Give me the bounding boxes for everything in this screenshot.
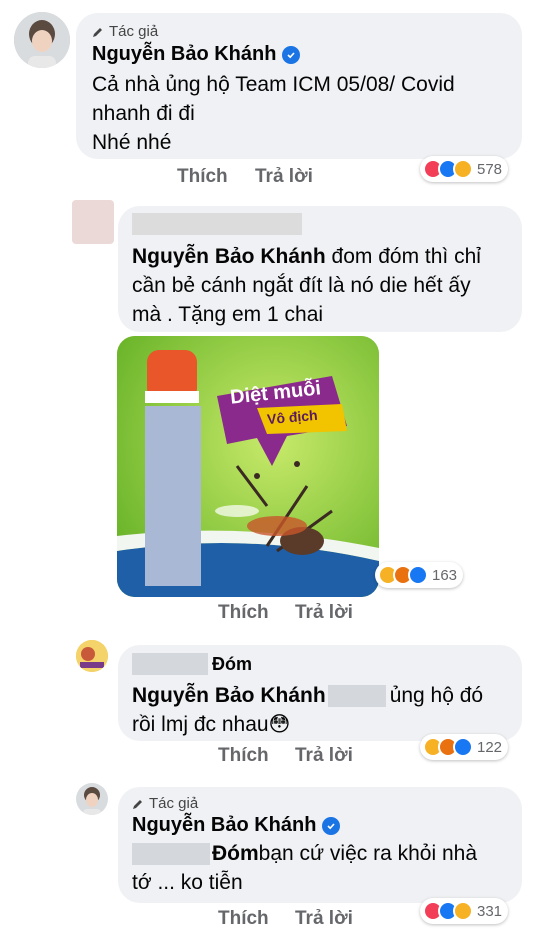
like-reaction-icon (408, 565, 428, 585)
reaction-count: 122 (477, 738, 503, 756)
reaction-count: 578 (477, 160, 503, 178)
redacted-name (132, 653, 208, 675)
comment-author[interactable]: Nguyễn Bảo Khánh (92, 43, 276, 66)
avatar[interactable] (76, 640, 108, 672)
comment-author[interactable]: Đóm (212, 654, 252, 675)
author-badge: Tác giả (132, 795, 508, 812)
like-button[interactable]: Thích (218, 908, 269, 930)
verified-badge-icon (322, 816, 341, 835)
reaction-summary[interactable]: 331 (420, 898, 509, 924)
reaction-summary[interactable]: 578 (420, 156, 509, 182)
verified-badge-icon (282, 45, 301, 64)
redacted-name (132, 213, 302, 235)
care-reaction-icon (453, 159, 473, 179)
comment-bubble: Tác giả Nguyễn Bảo Khánh Cả nhà ủng hộ T… (76, 13, 522, 159)
like-button[interactable]: Thích (218, 602, 269, 624)
care-reaction-icon (453, 901, 473, 921)
redacted-product (145, 406, 201, 586)
comment-text: Nguyễn Bảo Khánh đom đóm thì chỉ cần bẻ … (132, 245, 481, 326)
comment-text: Cả nhà ủng hộ Team ICM 05/08/ Covid nhan… (92, 73, 455, 154)
comment-bubble: Đóm Nguyễn Bảo Khánh ủng hộ đó rồi lmj đ… (118, 645, 522, 741)
reply-button[interactable]: Trả lời (255, 166, 313, 188)
reply-button[interactable]: Trả lời (295, 602, 353, 624)
like-reaction-icon (453, 737, 473, 757)
reply-button[interactable]: Trả lời (295, 745, 353, 767)
like-button[interactable]: Thích (218, 745, 269, 767)
reaction-summary[interactable]: 163 (375, 562, 464, 588)
comment-bubble: Tác giả Nguyễn Bảo Khánh Đóm bạn cứ việc… (118, 787, 522, 903)
mention-link[interactable]: Nguyễn Bảo Khánh (132, 245, 326, 268)
mention-link[interactable]: Nguyễn Bảo Khánh (132, 681, 326, 710)
like-button[interactable]: Thích (177, 166, 228, 188)
comment-text: Đóm bạn cứ việc ra khỏi nhà tớ ... ko ti… (132, 839, 508, 897)
avatar[interactable] (76, 783, 108, 815)
avatar[interactable] (72, 200, 114, 244)
comment-text: Nguyễn Bảo Khánh ủng hộ đó rồi lmj đc nh… (132, 681, 508, 739)
mention-link[interactable]: Đóm (212, 839, 259, 868)
reaction-count: 163 (432, 566, 458, 584)
pencil-icon (133, 799, 142, 809)
avatar[interactable] (14, 12, 70, 68)
author-badge: Tác giả (92, 23, 506, 40)
comment-author[interactable]: Nguyễn Bảo Khánh (132, 814, 316, 837)
pencil-icon (93, 27, 102, 37)
redacted-mention (132, 842, 210, 865)
reaction-count: 331 (477, 902, 503, 920)
reply-button[interactable]: Trả lời (295, 908, 353, 930)
comment-bubble: Nguyễn Bảo Khánh đom đóm thì chỉ cần bẻ … (118, 206, 522, 332)
redacted-mention (327, 684, 386, 707)
reaction-summary[interactable]: 122 (420, 734, 509, 760)
attached-image[interactable]: Diệt muỗi Vô địch (117, 336, 379, 597)
